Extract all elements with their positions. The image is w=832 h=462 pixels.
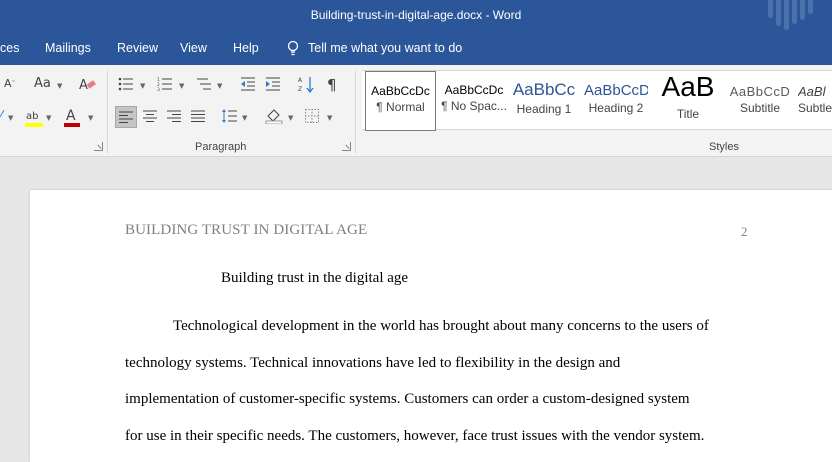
- align-center-icon[interactable]: [143, 110, 157, 122]
- style-name: Subtle: [798, 101, 832, 115]
- style-heading-2[interactable]: AaBbCcD Heading 2: [584, 71, 648, 131]
- change-case-label: Aa: [34, 76, 51, 91]
- style-name: Heading 2: [588, 101, 644, 115]
- title-bar-decoration: [764, 0, 824, 33]
- shading-icon[interactable]: [265, 108, 283, 124]
- paragraph-dialog-launcher[interactable]: [342, 142, 351, 151]
- chevron-down-icon[interactable]: ▼: [288, 114, 293, 122]
- style-name: Subtitle: [739, 101, 781, 115]
- chevron-down-icon[interactable]: ▼: [140, 82, 145, 90]
- style-name: ¶ Normal: [376, 100, 425, 114]
- style-normal[interactable]: AaBbCcDc ¶ Normal: [365, 71, 436, 131]
- style-subtitle[interactable]: AaBbCcD Subtitle: [728, 71, 792, 131]
- group-separator: [355, 71, 356, 153]
- chevron-down-icon[interactable]: ▼: [242, 114, 247, 122]
- tell-me-search[interactable]: Tell me what you want to do: [286, 40, 462, 56]
- svg-text:A: A: [298, 77, 303, 84]
- svg-text:ab: ab: [26, 111, 38, 122]
- page-header: BUILDING TRUST IN DIGITAL AGE: [125, 222, 368, 238]
- align-left-icon: [119, 111, 133, 123]
- tab-view[interactable]: View: [180, 41, 207, 55]
- window-title: Building-trust-in-digital-age.docx - Wor…: [310, 8, 522, 22]
- ribbon-tabs: ces Mailings Review View Help Tell me wh…: [0, 33, 832, 65]
- show-formatting-icon[interactable]: ¶: [327, 76, 337, 94]
- chevron-down-icon[interactable]: ▼: [179, 82, 184, 90]
- chevron-down-icon[interactable]: ▼: [8, 114, 13, 122]
- style-preview: AaBbCcDc: [371, 84, 430, 98]
- align-right-icon[interactable]: [167, 110, 181, 122]
- style-name: Heading 1: [516, 102, 572, 116]
- style-preview: AaBbCcDc: [444, 83, 504, 97]
- align-left-button[interactable]: [115, 106, 137, 128]
- style-name: ¶ No Spac...: [441, 99, 507, 113]
- borders-icon[interactable]: [305, 109, 319, 123]
- style-subtle[interactable]: AaBl Subtle: [798, 71, 832, 131]
- group-separator: [107, 71, 108, 153]
- chevron-down-icon[interactable]: ▼: [46, 114, 51, 122]
- font-dialog-launcher[interactable]: [94, 142, 103, 151]
- document-page[interactable]: BUILDING TRUST IN DIGITAL AGE 2 Building…: [30, 190, 832, 462]
- lightbulb-icon: [287, 40, 299, 56]
- line-spacing-icon[interactable]: [221, 109, 237, 123]
- multilevel-list-icon[interactable]: [196, 77, 212, 91]
- style-preview: AaBbCcD: [729, 84, 791, 99]
- chevron-down-icon[interactable]: ▼: [217, 82, 222, 90]
- sort-icon[interactable]: AZ: [298, 75, 314, 93]
- bullets-icon[interactable]: [118, 77, 134, 91]
- style-preview: AaBbCcD: [584, 82, 648, 99]
- paragraph-line: for use in their specific needs. The cus…: [125, 428, 705, 444]
- paragraph-group-label: Paragraph: [195, 141, 247, 153]
- svg-text:3: 3: [157, 87, 160, 91]
- chevron-down-icon[interactable]: ▼: [88, 114, 93, 122]
- tab-help[interactable]: Help: [233, 41, 259, 55]
- tab-mailings[interactable]: Mailings: [45, 41, 91, 55]
- decrease-indent-icon[interactable]: [240, 77, 256, 91]
- styles-group-label: Styles: [709, 141, 739, 153]
- font-color-icon[interactable]: A: [62, 107, 82, 129]
- tab-review[interactable]: Review: [117, 41, 158, 55]
- style-no-spacing[interactable]: AaBbCcDc ¶ No Spac...: [439, 71, 509, 131]
- paragraph-line: technology systems. Technical innovation…: [125, 355, 621, 371]
- tell-me-label: Tell me what you want to do: [308, 41, 463, 55]
- styles-gallery: AaBbCcDc ¶ Normal AaBbCcDc ¶ No Spac... …: [362, 70, 832, 131]
- highlight-color-icon[interactable]: ab: [24, 107, 44, 129]
- numbering-icon[interactable]: 123: [157, 77, 173, 91]
- style-preview: AaB: [661, 71, 715, 102]
- style-name: Title: [676, 107, 700, 121]
- page-number: 2: [741, 224, 748, 239]
- increase-indent-icon[interactable]: [265, 77, 281, 91]
- chevron-down-icon[interactable]: ▼: [327, 114, 332, 122]
- style-heading-1[interactable]: AaBbCc Heading 1: [512, 71, 576, 131]
- text-effects-icon[interactable]: ⁄: [0, 109, 2, 124]
- paragraph-line: Technological development in the world h…: [173, 318, 709, 334]
- svg-text:A: A: [66, 108, 76, 124]
- title-bar: Building-trust-in-digital-age.docx - Wor…: [0, 0, 832, 33]
- document-title: Building trust in the digital age: [221, 270, 409, 286]
- justify-icon[interactable]: [191, 110, 205, 122]
- svg-text:Z: Z: [298, 86, 302, 93]
- shrink-font-icon[interactable]: Aˇ: [4, 77, 15, 90]
- chevron-down-icon[interactable]: ▼: [57, 82, 62, 90]
- change-case-button[interactable]: Aa: [34, 76, 51, 91]
- tab-references[interactable]: ces: [0, 41, 19, 55]
- clear-formatting-icon[interactable]: A: [78, 76, 96, 92]
- style-preview: AaBbCc: [512, 80, 576, 99]
- style-preview: AaBl: [798, 84, 826, 99]
- paragraph-line: implementation of customer-specific syst…: [125, 391, 690, 407]
- svg-text:A: A: [79, 78, 88, 92]
- style-title[interactable]: AaB Title: [654, 71, 722, 131]
